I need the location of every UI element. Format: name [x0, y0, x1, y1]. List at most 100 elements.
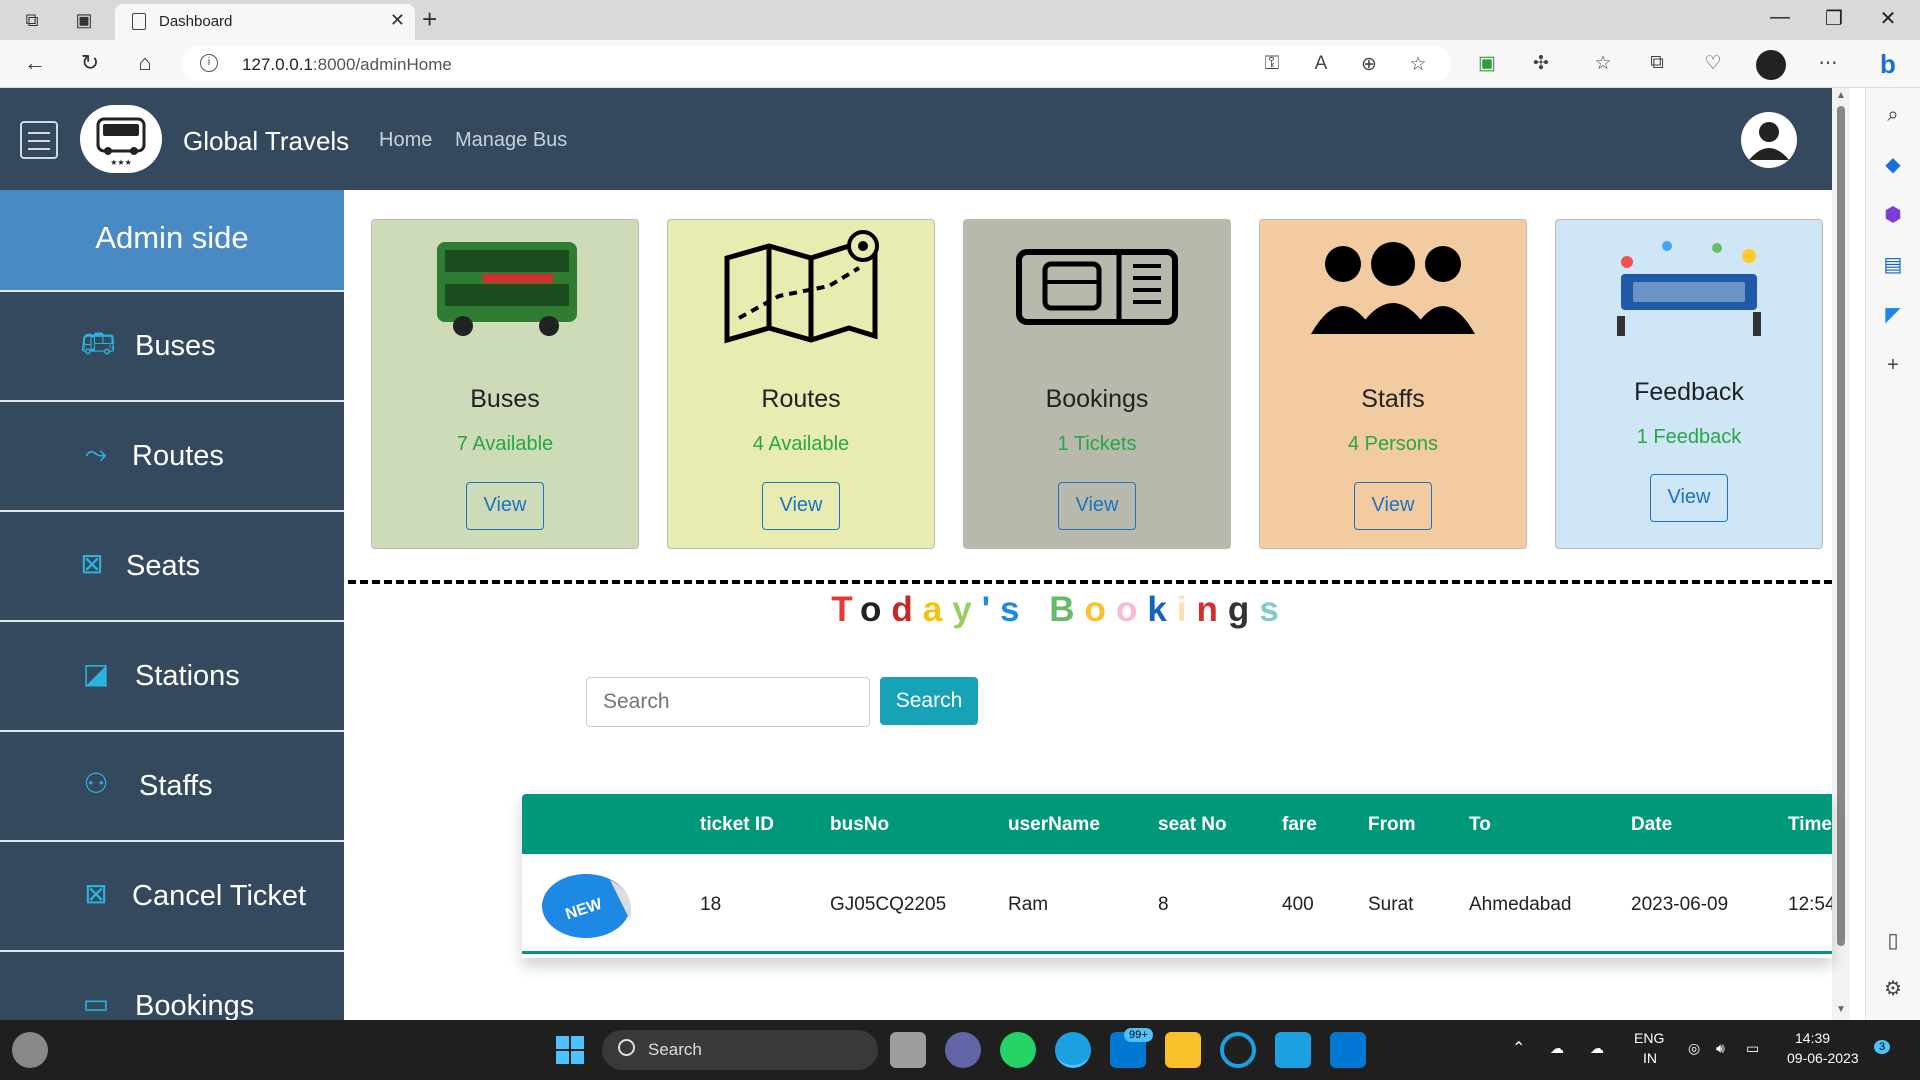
search-icon[interactable]: ⌕ [1880, 102, 1906, 128]
bookings-table: ticket ID busNo userName seat No fare Fr… [522, 794, 1832, 958]
sidebar-item-cancel-ticket[interactable]: ⊠ Cancel Ticket [0, 840, 344, 948]
new-tab-icon[interactable]: + [422, 4, 437, 35]
l-app-icon[interactable] [1275, 1032, 1311, 1068]
notification-count[interactable]: 3 [1874, 1040, 1891, 1054]
start-icon[interactable] [552, 1032, 588, 1068]
heading-letter: o [1084, 590, 1116, 629]
m365-icon[interactable]: ⬢ [1880, 202, 1906, 228]
close-window-icon[interactable]: ✕ [1868, 6, 1908, 31]
tab-actions-icon[interactable]: ▣ [72, 8, 96, 32]
refresh-icon[interactable]: ↻ [75, 50, 105, 78]
group-icon [1311, 242, 1475, 347]
sidebar-item-label: Stations [135, 660, 240, 692]
brand-logo[interactable]: ★★★ [80, 105, 162, 173]
view-routes-button[interactable]: View [762, 482, 840, 530]
shopping-tag-icon[interactable]: ◆ [1880, 152, 1906, 178]
sidebar-item-staffs[interactable]: ⚇ Staffs [0, 730, 344, 838]
page-scrollbar[interactable]: ▲ ▼ [1832, 88, 1850, 1020]
heading-letter: d [891, 590, 923, 629]
card-buses: Buses 7 Available View [371, 219, 639, 549]
column-header: userName [1008, 814, 1100, 835]
scroll-up-icon[interactable]: ▲ [1836, 90, 1846, 101]
browser-tab-dashboard[interactable]: Dashboard ✕ [115, 4, 415, 40]
add-app-icon[interactable]: + [1880, 352, 1906, 378]
extensions-icon[interactable]: ✣ [1528, 52, 1554, 75]
teams-icon[interactable] [945, 1032, 981, 1068]
key-icon[interactable]: ⚿ [1259, 53, 1285, 75]
workspaces-icon[interactable]: ⧉ [20, 8, 44, 32]
copilot-icon[interactable]: b [1868, 44, 1908, 84]
language-bottom[interactable]: IN [1643, 1050, 1657, 1066]
onedrive-icon[interactable]: ☁ [1550, 1040, 1564, 1057]
url-text: 127.0.0.1:8000/adminHome [242, 55, 452, 75]
sidebar-item-routes[interactable]: ⤳ Routes [0, 400, 344, 508]
settings-gear-icon[interactable]: ⚙ [1880, 976, 1906, 1002]
sidebar-item-bookings[interactable]: ▭ Bookings [0, 950, 344, 1020]
language-top[interactable]: ENG [1634, 1030, 1664, 1046]
favorite-star-icon[interactable]: ☆ [1405, 53, 1431, 76]
cloud-sync-icon[interactable]: ☁ [1590, 1040, 1604, 1057]
view-bookings-button[interactable]: View [1058, 482, 1136, 530]
sidebar-toggle-icon[interactable]: ▯ [1880, 928, 1906, 954]
search-button[interactable]: Search [880, 677, 978, 725]
drop-icon[interactable]: ◤ [1880, 302, 1906, 328]
taskbar-search[interactable]: Search [602, 1030, 878, 1070]
heading-letter: s [1259, 590, 1289, 629]
back-icon[interactable]: ← [20, 50, 50, 78]
nav-link-home[interactable]: Home [379, 129, 432, 152]
volume-icon[interactable]: 🔊︎ [1716, 1040, 1725, 1057]
zoom-icon[interactable]: ⊕ [1356, 53, 1382, 76]
heading-letters: Today's Bookings [831, 590, 1289, 629]
view-buses-button[interactable]: View [466, 482, 544, 530]
cell-from: Surat [1368, 894, 1414, 915]
scroll-thumb[interactable] [1837, 106, 1845, 946]
battery-icon[interactable]: ▭ [1746, 1040, 1759, 1057]
user-avatar-icon[interactable] [1741, 112, 1797, 168]
file-explorer-icon[interactable] [1165, 1032, 1201, 1068]
minimize-icon[interactable]: — [1760, 6, 1800, 29]
column-header: Time [1788, 814, 1832, 835]
outlook-icon[interactable]: ▤ [1880, 252, 1906, 278]
table-row[interactable]: NEW 18 GJ05CQ2205 Ram 8 400 Surat Ahmeda… [522, 854, 1832, 954]
menu-toggle-icon[interactable] [20, 121, 58, 159]
cortana-icon[interactable] [1220, 1032, 1256, 1068]
more-options-icon[interactable]: ⋯ [1815, 52, 1841, 75]
card-bookings: Bookings 1 Tickets View [963, 219, 1231, 549]
edge-icon[interactable] [1055, 1032, 1091, 1068]
home-icon[interactable]: ⌂ [130, 50, 160, 78]
column-header: ticket ID [700, 814, 774, 835]
search-input[interactable] [586, 677, 870, 727]
cell-time: 12:54 [1788, 894, 1832, 915]
view-staffs-button[interactable]: View [1354, 482, 1432, 530]
browser-essentials-icon[interactable]: ♡ [1700, 52, 1726, 75]
collections-icon[interactable]: ⧉ [1644, 52, 1670, 74]
sidebar-item-buses[interactable]: 🚌︎ Buses [0, 290, 344, 398]
people-icon: ⚇ [83, 768, 109, 799]
clock-date[interactable]: 09-06-2023 [1787, 1050, 1859, 1066]
close-tab-icon[interactable]: ✕ [390, 10, 405, 31]
site-info-icon[interactable]: i [200, 54, 218, 72]
bus-icon: 🚌︎ [80, 328, 116, 359]
heading-letter: i [1176, 590, 1197, 629]
heading-letter: o [1115, 590, 1148, 629]
shopping-icon[interactable]: ▣ [1474, 52, 1500, 75]
clock-time[interactable]: 14:39 [1795, 1030, 1830, 1046]
task-view-icon[interactable] [890, 1032, 926, 1068]
scroll-down-icon[interactable]: ▼ [1836, 1004, 1846, 1015]
vscode-icon[interactable] [1330, 1032, 1366, 1068]
whatsapp-icon[interactable] [1000, 1032, 1036, 1068]
read-aloud-icon[interactable]: A [1308, 53, 1334, 75]
feedback-image [1607, 232, 1771, 347]
favorites-icon[interactable]: ☆ [1590, 52, 1616, 75]
show-hidden-icons-icon[interactable]: ⌃ [1512, 1038, 1525, 1058]
sidebar-item-stations[interactable]: ◪ Stations [0, 620, 344, 728]
weather-icon[interactable] [12, 1032, 48, 1068]
nav-link-manage-bus[interactable]: Manage Bus [455, 129, 567, 152]
address-bar[interactable]: i 127.0.0.1:8000/adminHome ⚿ A ⊕ ☆ [182, 46, 1452, 82]
profile-icon[interactable] [1756, 50, 1786, 80]
network-icon[interactable]: ◎ [1688, 1040, 1700, 1057]
view-feedback-button[interactable]: View [1650, 474, 1728, 522]
restore-icon[interactable]: ❐ [1814, 6, 1854, 31]
cell-seat-no: 8 [1158, 894, 1169, 915]
brand-name[interactable]: Global Travels [183, 126, 349, 157]
